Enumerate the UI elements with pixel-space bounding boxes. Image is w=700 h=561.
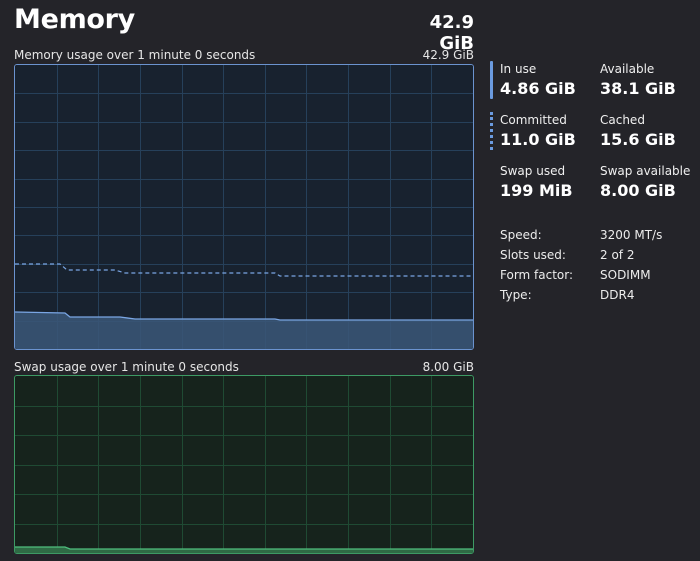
memory-graph-max-label: 42.9 GiB [422, 48, 474, 62]
stat-in-use-label: In use [500, 62, 537, 76]
committed-legend-marker [490, 112, 493, 150]
memory-page: Memory 42.9 GiB Memory usage over 1 minu… [0, 0, 700, 561]
swap-graph-canvas [15, 376, 473, 553]
memory-graph-caption: Memory usage over 1 minute 0 seconds [14, 48, 256, 62]
page-title: Memory [14, 4, 135, 35]
stat-committed-label: Committed [500, 113, 567, 127]
stat-swap-used-value: 199 MiB [500, 181, 573, 200]
stat-swap-used: Swap used 199 MiB [500, 164, 573, 200]
stat-committed-value: 11.0 GiB [500, 130, 576, 149]
swap-usage-graph [14, 375, 474, 554]
stat-available-value: 38.1 GiB [600, 79, 676, 98]
swap-graph-max-label: 8.00 GiB [422, 360, 474, 374]
in-use-legend-marker [490, 61, 493, 99]
swap-graph-caption: Swap usage over 1 minute 0 seconds [14, 360, 239, 374]
stat-available-label: Available [600, 62, 655, 76]
stat-cached: Cached 15.6 GiB [600, 113, 676, 149]
spec-type-label: Type: [500, 288, 532, 302]
memory-graph-canvas [15, 65, 473, 349]
spec-slots-label: Slots used: [500, 248, 566, 262]
stat-committed: Committed 11.0 GiB [500, 113, 576, 149]
stat-swap-used-label: Swap used [500, 164, 566, 178]
stat-in-use-value: 4.86 GiB [500, 79, 576, 98]
stat-swap-available-value: 8.00 GiB [600, 181, 676, 200]
spec-speed-label: Speed: [500, 228, 542, 242]
memory-usage-graph [14, 64, 474, 350]
stat-available: Available 38.1 GiB [600, 62, 676, 98]
spec-type-value: DDR4 [600, 288, 635, 302]
spec-slots-value: 2 of 2 [600, 248, 635, 262]
spec-form-factor-label: Form factor: [500, 268, 574, 282]
stat-swap-available: Swap available 8.00 GiB [600, 164, 690, 200]
stat-cached-value: 15.6 GiB [600, 130, 676, 149]
stat-in-use: In use 4.86 GiB [500, 62, 576, 98]
spec-form-factor-value: SODIMM [600, 268, 651, 282]
stat-cached-label: Cached [600, 113, 645, 127]
stat-swap-available-label: Swap available [600, 164, 691, 178]
spec-speed-value: 3200 MT/s [600, 228, 663, 242]
